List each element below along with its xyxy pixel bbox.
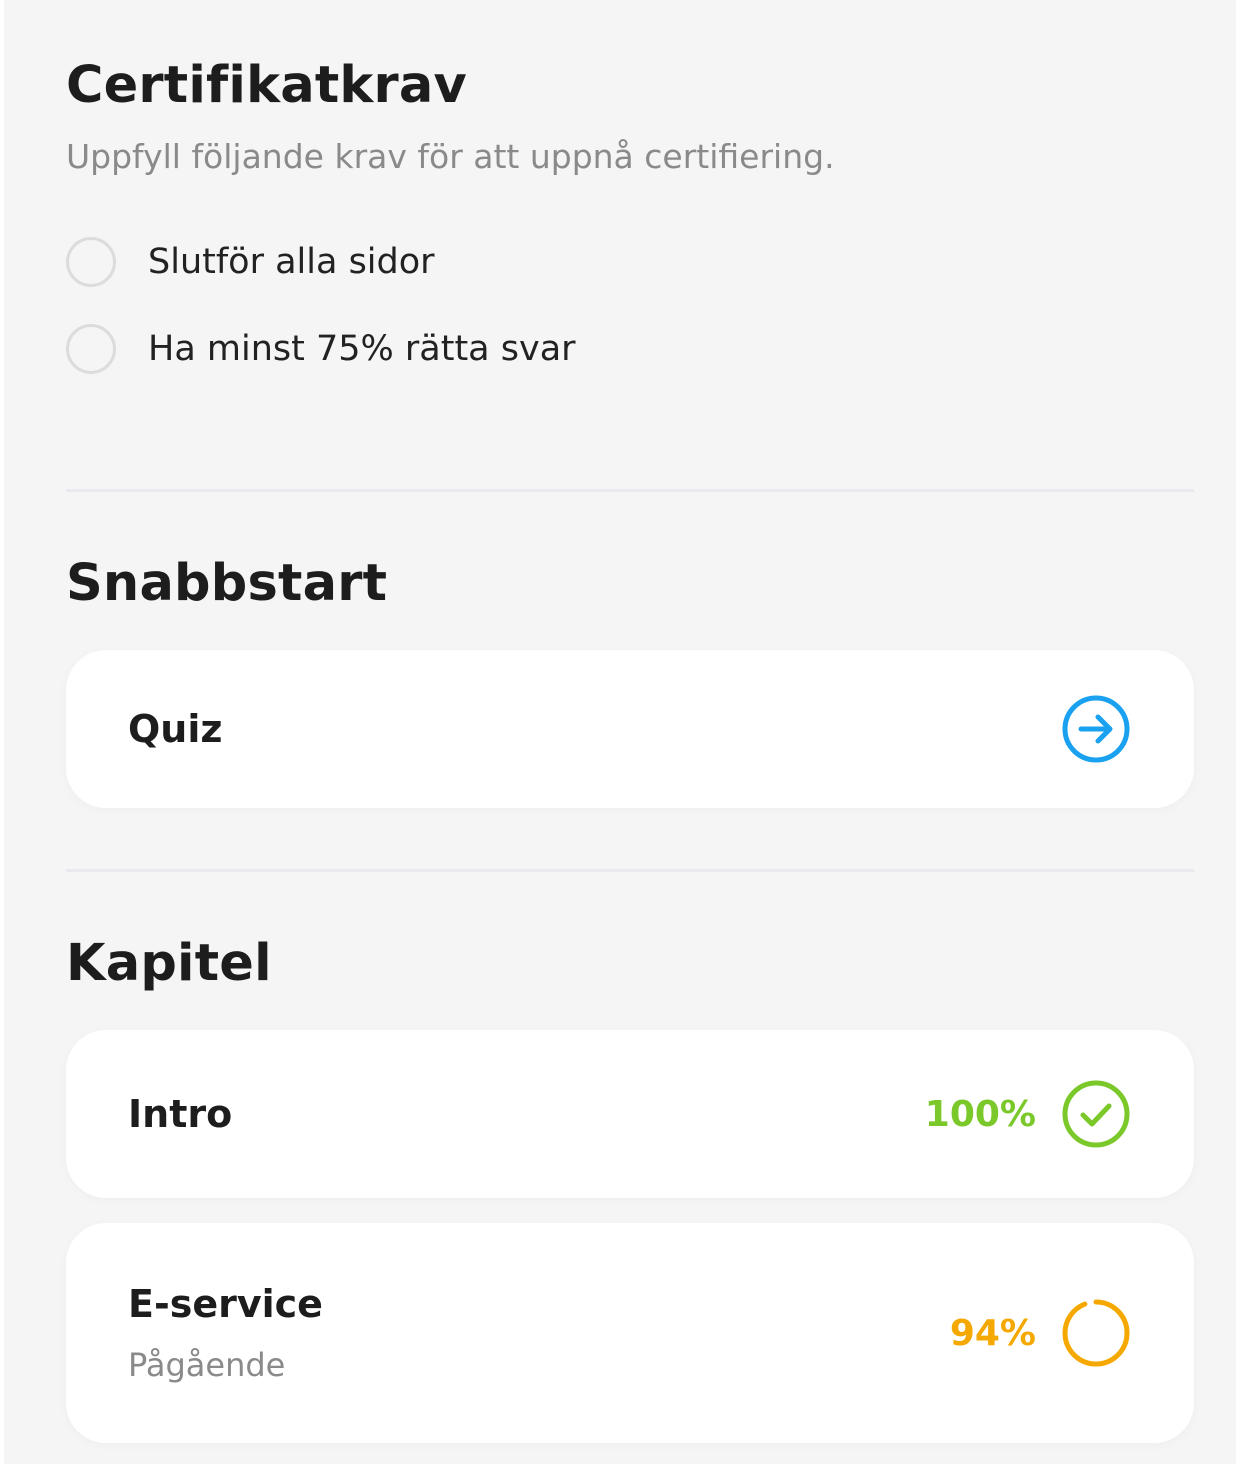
section-divider — [66, 489, 1194, 492]
chapters-title: Kapitel — [66, 934, 272, 993]
check-circle-icon — [1060, 1078, 1132, 1150]
chapter-title: E-service — [128, 1282, 323, 1326]
chapter-status: Pågående — [128, 1346, 286, 1384]
requirement-item: Slutför alla sidor — [66, 236, 435, 288]
chapter-card-e-service[interactable]: E-service Pågående 94% — [66, 1223, 1194, 1443]
chapter-progress: 94% — [950, 1297, 1132, 1369]
chapter-percent: 100% — [924, 1093, 1036, 1135]
requirement-radio-icon — [66, 324, 116, 374]
section-divider — [66, 869, 1194, 872]
requirement-label: Slutför alla sidor — [148, 242, 435, 282]
requirement-radio-icon — [66, 237, 116, 287]
requirement-item: Ha minst 75% rätta svar — [66, 323, 576, 375]
chapter-percent: 94% — [949, 1312, 1036, 1354]
chapter-card-intro[interactable]: Intro 100% — [66, 1030, 1194, 1198]
chapter-text: E-service Pågående — [128, 1282, 323, 1384]
progress-ring-icon — [1060, 1297, 1132, 1369]
chapter-title: Intro — [128, 1092, 233, 1136]
chapter-text: Intro — [128, 1092, 232, 1136]
requirement-label: Ha minst 75% rätta svar — [148, 329, 576, 369]
quickstart-title: Snabbstart — [66, 554, 388, 613]
quickstart-quiz-label: Quiz — [128, 707, 223, 751]
certificate-title: Certifikatkrav — [66, 56, 467, 115]
certificate-subtitle: Uppfyll följande krav för att uppnå cert… — [66, 137, 835, 176]
quickstart-quiz-card[interactable]: Quiz — [66, 650, 1194, 808]
chapter-progress: 100% — [925, 1078, 1132, 1150]
arrow-right-circle-icon[interactable] — [1060, 693, 1132, 765]
page: Certifikatkrav Uppfyll följande krav för… — [4, 0, 1236, 1464]
